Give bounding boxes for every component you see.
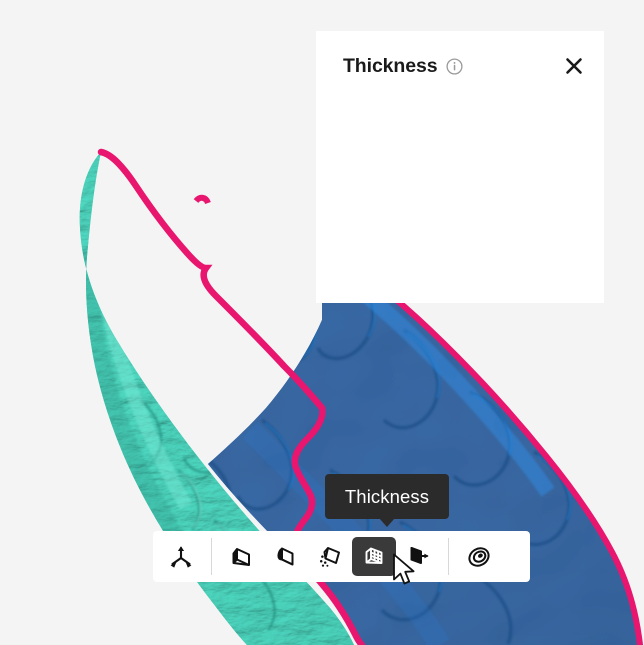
spiral-target-icon [468, 546, 490, 567]
sidebar-item-transform[interactable] [159, 537, 203, 576]
info-circle-icon[interactable] [446, 57, 464, 75]
sidebar-item-mirror[interactable] [396, 537, 440, 576]
sidebar-item-target[interactable] [457, 537, 501, 576]
toolbar-separator [211, 538, 212, 575]
panel-header: Thickness [343, 50, 586, 82]
sidebar-item-curve-trim[interactable] [264, 537, 308, 576]
slab-dotted-icon [319, 546, 340, 567]
thickness-panel: Thickness Symmetrical Forward Backward [316, 31, 604, 303]
slab-plane-icon [232, 547, 250, 566]
tooltip-arrow [379, 518, 395, 527]
close-icon[interactable] [562, 54, 586, 78]
tooltip: Thickness [325, 474, 449, 527]
mirror-flip-icon [410, 546, 429, 564]
slab-thickness-icon [365, 547, 383, 564]
sidebar-item-trim[interactable] [220, 537, 264, 576]
toolbar-separator [448, 538, 449, 575]
tool-toolbar [153, 531, 530, 582]
tooltip-label: Thickness [344, 485, 430, 507]
sidebar-item-smooth[interactable] [308, 537, 352, 576]
slab-curve-icon [277, 547, 294, 565]
sidebar-item-thickness[interactable] [352, 537, 396, 576]
page-title: Thickness [343, 54, 438, 77]
three-axis-arrows-icon [170, 545, 192, 568]
